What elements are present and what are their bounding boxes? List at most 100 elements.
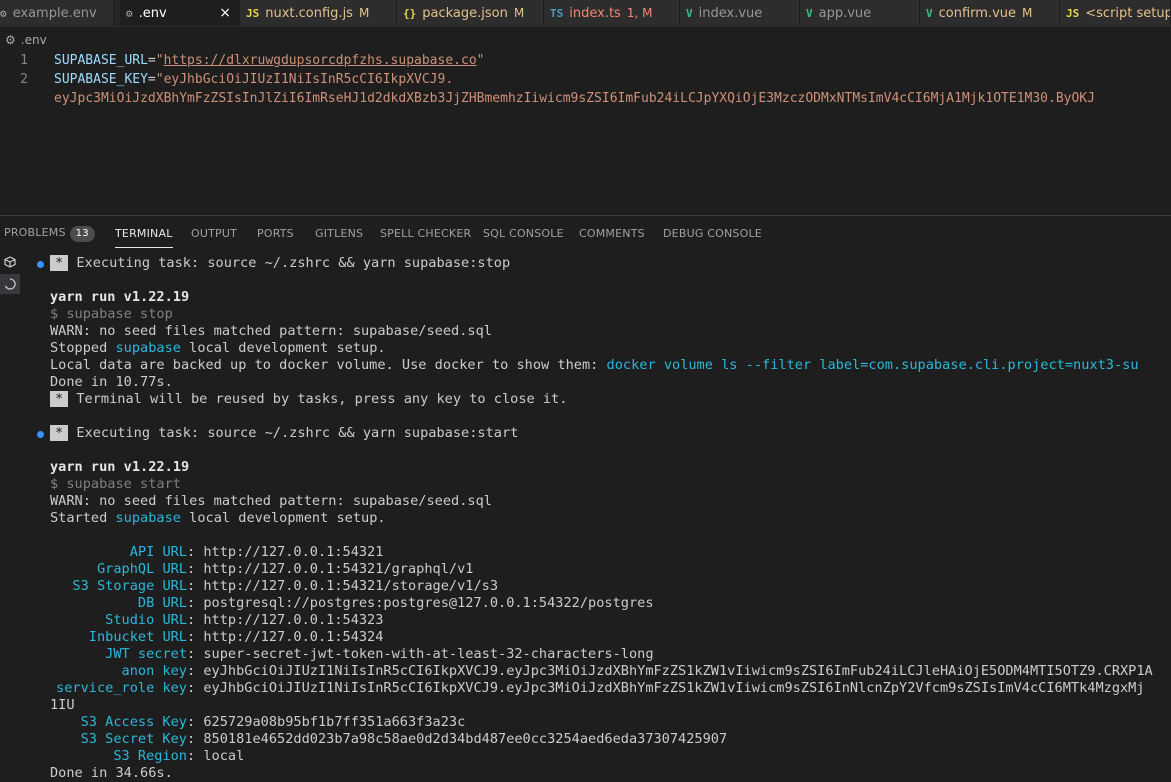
service-name: GraphQL URL: [96, 561, 187, 577]
service-value[interactable]: http://127.0.0.1:54321/graphql/v1: [203, 561, 473, 577]
docker-command-link[interactable]: docker volume ls --filter label=com.supa…: [607, 357, 1139, 373]
line-code[interactable]: SUPABASE_URL="https://dlxruwgdupsorcdpfz…: [54, 52, 484, 70]
terminal-line: Local data are backed up to docker volum…: [50, 357, 1139, 373]
service-line: Inbucket URL: http://127.0.0.1:54324: [50, 629, 384, 646]
tab-terminal[interactable]: TERMINAL: [115, 227, 173, 248]
editor-tab[interactable]: Vconfirm.vue M: [920, 0, 1060, 26]
terminal-line: $ supabase start: [50, 476, 181, 492]
modified-indicator: M: [513, 6, 525, 20]
s3-name: S3 Secret Key: [80, 731, 187, 747]
terminal-line: 1IU: [50, 697, 75, 713]
tab-ports[interactable]: PORTS: [257, 227, 294, 241]
terminal-line: $ supabase stop: [50, 306, 173, 322]
js-file-icon: JS: [1066, 6, 1080, 20]
service-value[interactable]: eyJhbGciOiJIUzI1NiIsInR5cCI6IkpXVCJ9.eyJ…: [203, 680, 1144, 696]
service-name: DB URL: [137, 595, 187, 611]
env-value-link[interactable]: https://dlxruwgdupsorcdpfzhs.supabase.co: [164, 53, 477, 68]
service-line: service_role key: eyJhbGciOiJIUzI1NiIsIn…: [50, 680, 1145, 697]
terminal-line: * Executing task: source ~/.zshrc && yar…: [50, 255, 510, 272]
env-key: SUPABASE_KEY: [54, 72, 148, 87]
ts-file-icon: TS: [550, 6, 564, 20]
service-line: Studio URL: http://127.0.0.1:54323: [50, 612, 383, 629]
service-value[interactable]: http://127.0.0.1:54321: [203, 544, 383, 560]
line-code[interactable]: SUPABASE_KEY="eyJhbGciOiJIUzI1NiIsInR5cC…: [54, 71, 453, 89]
editor-tab[interactable]: {} package.json M: [397, 0, 544, 26]
service-value[interactable]: postgresql://postgres:postgres@127.0.0.1…: [203, 595, 653, 611]
s3-name: S3 Region: [113, 748, 187, 764]
service-name: anon key: [121, 663, 187, 679]
js-file-icon: JS: [246, 6, 260, 20]
service-line: JWT secret: super-secret-jwt-token-with-…: [50, 646, 653, 663]
service-value[interactable]: http://127.0.0.1:54321/storage/v1/s3: [203, 578, 498, 594]
service-value[interactable]: eyJhbGciOiJIUzI1NiIsInR5cCI6IkpXVCJ9.eyJ…: [203, 663, 1152, 679]
close-icon[interactable]: ×: [219, 5, 231, 21]
editor-tab-label: index.vue: [698, 5, 763, 21]
task-text: Terminal will be reused by tasks, press …: [76, 391, 568, 407]
problems-count-badge: 13: [69, 226, 95, 242]
code-editor[interactable]: 1 SUPABASE_URL="https://dlxruwgdupsorcdp…: [0, 52, 1171, 112]
editor-tab[interactable]: ⚙ .env ×: [120, 0, 240, 26]
editor-tab[interactable]: ⚙ example.env: [0, 0, 114, 26]
task-star-badge: *: [50, 425, 69, 441]
s3-line: S3 Access Key: 625729a08b95bf1b7ff351a66…: [50, 714, 466, 731]
equals-sign: =: [147, 72, 156, 87]
breadcrumb-file[interactable]: .env: [21, 33, 47, 47]
s3-value[interactable]: 625729a08b95bf1b7ff351a663f3a23c: [203, 714, 465, 730]
gear-icon: ⚙: [126, 6, 133, 20]
task-text: Executing task: source ~/.zshrc && yarn …: [76, 425, 519, 441]
tab-output[interactable]: OUTPUT: [191, 227, 237, 241]
s3-value[interactable]: 850181e4652dd023b7a98c58ae0d2d34bd487ee0…: [203, 731, 727, 747]
editor-tab[interactable]: Vapp.vue: [800, 0, 920, 26]
line-number: 2: [20, 72, 28, 87]
service-name: API URL: [129, 544, 187, 560]
service-name: Studio URL: [105, 612, 187, 628]
editor-tab-label: nuxt.config.js: [265, 5, 353, 21]
editor-tab[interactable]: Vindex.vue: [680, 0, 800, 26]
gear-icon: ⚙: [0, 6, 7, 20]
modified-indicator: M: [358, 6, 370, 20]
service-line: DB URL: postgresql://postgres:postgres@1…: [50, 595, 654, 612]
tab-sql-console[interactable]: SQL CONSOLE: [483, 227, 564, 241]
task-star-badge: *: [50, 255, 69, 271]
service-value[interactable]: super-secret-jwt-token-with-at-least-32-…: [203, 646, 653, 662]
editor-tab-label: .env: [138, 5, 167, 21]
editor-tab-bar: ⚙ example.env ⚙ .env × JS nuxt.config.js M {} pac…: [0, 0, 1171, 27]
tab-gitlens[interactable]: GITLENS: [315, 227, 363, 241]
service-name: service_role key: [56, 680, 187, 696]
editor-tab-label: index.ts: [569, 5, 621, 21]
env-value-wrapped: eyJpc3MiOiJzdXBhYmFzZSIsInJlZiI6ImRseHJ1…: [54, 91, 1095, 106]
gear-icon: ⚙: [5, 33, 16, 47]
terminal-line: yarn run v1.22.19: [50, 459, 190, 475]
tab-problems[interactable]: PROBLEMS 13: [4, 226, 95, 242]
vue-file-icon: V: [926, 6, 933, 20]
editor-tab[interactable]: JS nuxt.config.js M: [240, 0, 397, 26]
terminal-line: Started supabase local development setup…: [50, 510, 386, 526]
task-star-badge: *: [50, 391, 69, 407]
modified-indicator: M: [1022, 6, 1033, 20]
service-value[interactable]: http://127.0.0.1:54324: [203, 629, 383, 645]
s3-value[interactable]: local: [203, 748, 244, 764]
tab-debug-console[interactable]: DEBUG CONSOLE: [663, 227, 762, 241]
s3-name: S3 Access Key: [80, 714, 187, 730]
terminal-line: Stopped supabase local development setup…: [50, 340, 386, 356]
breadcrumb[interactable]: ⚙ .env: [0, 32, 47, 48]
task-status-dot: [37, 431, 44, 438]
service-name: JWT secret: [105, 646, 187, 662]
task-status-dot: [37, 261, 44, 268]
editor-tab-label: app.vue: [818, 5, 872, 21]
equals-sign: =: [147, 53, 156, 68]
tab-spell-checker[interactable]: SPELL CHECKER: [380, 227, 471, 241]
editor-tab-label: confirm.vue: [938, 5, 1016, 21]
terminal-line: WARN: no seed files matched pattern: sup…: [50, 323, 492, 339]
editor-tab[interactable]: JS <script setup: [1060, 0, 1171, 26]
service-value[interactable]: http://127.0.0.1:54323: [203, 612, 383, 628]
terminal-line: yarn run v1.22.19: [50, 289, 190, 305]
tab-comments[interactable]: COMMENTS: [579, 227, 645, 241]
service-line: API URL: http://127.0.0.1:54321: [50, 544, 384, 561]
quote: ": [155, 53, 164, 68]
vue-file-icon: V: [806, 6, 813, 20]
terminal-output[interactable]: * Executing task: source ~/.zshrc && yar…: [0, 255, 1171, 781]
modified-indicator: 1, M: [626, 6, 653, 20]
terminal-line: * Executing task: source ~/.zshrc && yar…: [50, 425, 518, 442]
editor-tab[interactable]: TS index.ts 1, M: [544, 0, 680, 26]
